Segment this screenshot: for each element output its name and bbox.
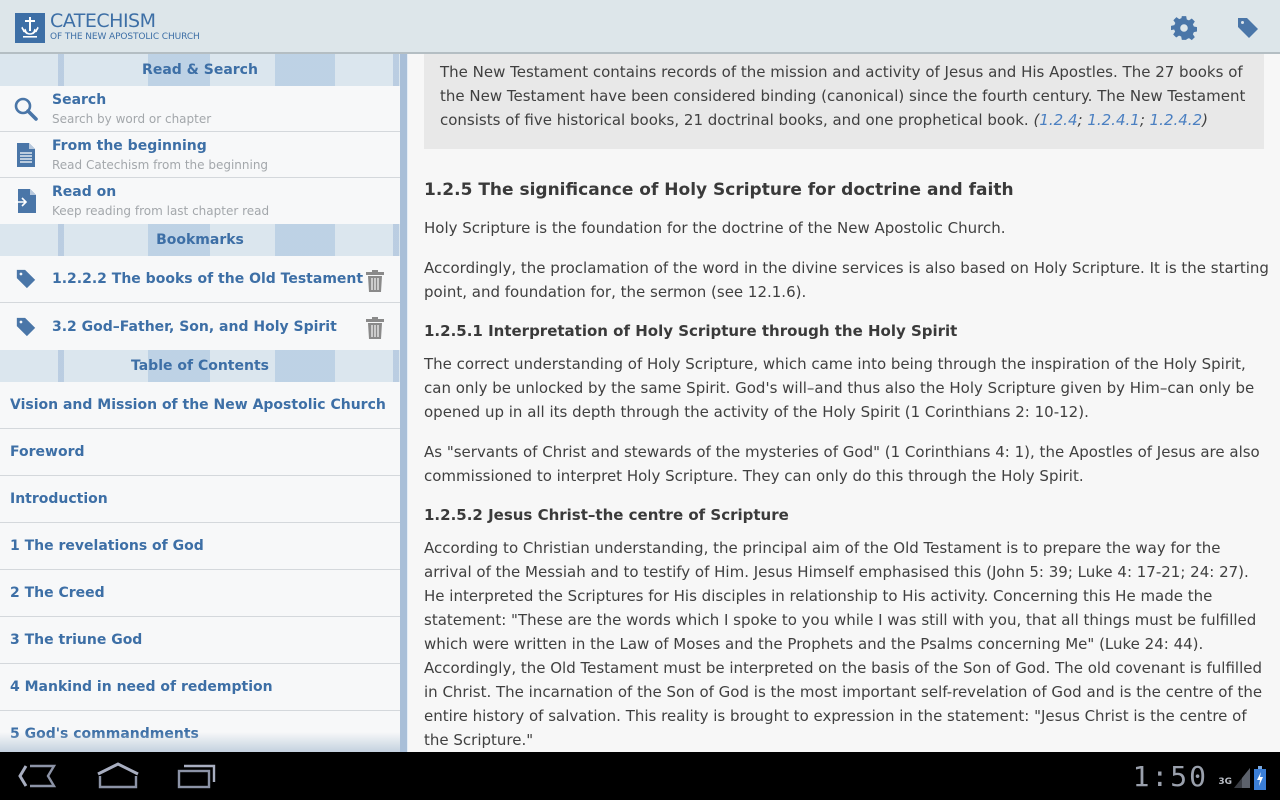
toc-item[interactable]: Introduction [0,476,400,523]
from-beginning-subtitle: Read Catechism from the beginning [52,157,269,172]
home-button[interactable] [96,762,140,794]
signal-icon [1234,768,1250,788]
toc-item[interactable]: 3 The triune God [0,617,400,664]
paragraph: Holy Scripture is the foundation for the… [424,219,1006,237]
bookmarks-header: Bookmarks [156,232,244,248]
system-bar: 1:50 3G [0,752,1280,800]
toc-item[interactable]: 1 The revelations of God [0,523,400,570]
from-beginning-item[interactable]: From the beginning Read Catechism from t… [0,132,400,178]
search-item[interactable]: Search Search by word or chapter [0,86,400,132]
pane-divider[interactable] [400,54,408,752]
gear-icon [1171,16,1197,41]
paragraph: As "servants of Christ and stewards of t… [424,443,1260,485]
battery-charging-icon [1254,766,1266,790]
toc-list: Vision and Mission of the New Apostolic … [0,382,400,752]
clock[interactable]: 1:50 [1133,760,1208,793]
paragraph: Accordingly, the proclamation of the wor… [424,259,1269,301]
search-icon [14,97,38,121]
settings-button[interactable] [1170,14,1198,42]
document-enter-icon [15,189,36,213]
bookmark-title: 1.2.2.2 The books of the Old Testament [52,271,364,287]
summary-box: The New Testament contains records of th… [424,54,1264,149]
bookmark-item[interactable]: 3.2 God–Father, Son, and Holy Spirit [0,303,400,350]
toc-item[interactable]: Vision and Mission of the New Apostolic … [0,382,400,429]
subsection-heading: 1.2.5.1 Interpretation of Holy Scripture… [424,322,958,340]
section-heading: 1.2.5 The significance of Holy Scripture… [424,180,1014,200]
delete-bookmark-button[interactable] [366,317,384,343]
read-on-title: Read on [52,184,117,200]
read-search-header: Read & Search [142,62,258,78]
trash-icon [366,317,384,339]
paragraph: According to Christian understanding, th… [424,539,1263,749]
read-on-subtitle: Keep reading from last chapter read [52,204,270,218]
reading-pane: The New Testament contains records of th… [409,54,1280,752]
app-subtitle: OF THE NEW APOSTOLIC CHURCH [50,32,200,42]
toc-item[interactable]: Foreword [0,429,400,476]
bookmark-item[interactable]: 1.2.2.2 The books of the Old Testament [0,256,400,303]
ref-link[interactable]: 1.2.4.1 [1087,111,1139,129]
ref-link[interactable]: 1.2.4 [1039,111,1077,129]
read-search-list: Search Search by word or chapter From th… [0,86,400,224]
toc-item[interactable]: 4 Mankind in need of redemption [0,664,400,711]
ref-link[interactable]: 1.2.4.2 [1150,111,1202,129]
toc-item[interactable]: 2 The Creed [0,570,400,617]
bookmarks-button[interactable] [1234,14,1262,42]
home-icon [97,762,139,789]
sidebar: Read & Search Search Search by word or c… [0,54,400,752]
trash-icon [366,270,384,292]
from-beginning-title: From the beginning [52,137,207,154]
action-bar: CATECHISM OF THE NEW APOSTOLIC CHURCH [0,0,1280,54]
toc-item[interactable]: 5 God's commandments [0,711,400,752]
read-on-item[interactable]: Read on Keep reading from last chapter r… [0,178,400,224]
search-item-subtitle: Search by word or chapter [52,111,212,126]
recent-apps-button[interactable] [176,762,218,794]
back-icon [18,764,57,788]
chapter-body: 1.2.5 The significance of Holy Scripture… [424,178,1269,752]
search-item-title: Search [52,91,107,108]
app-logo: CATECHISM OF THE NEW APOSTOLIC CHURCH [15,10,200,43]
tag-icon [16,317,36,336]
toc-header: Table of Contents [130,358,269,374]
recent-apps-icon [177,764,216,789]
delete-bookmark-button[interactable] [366,270,384,296]
church-emblem-icon [15,13,45,43]
network-type: 3G [1218,777,1232,787]
tag-icon [16,269,36,289]
document-icon [17,142,35,167]
app-title: CATECHISM [50,10,156,32]
bookmark-title: 3.2 God–Father, Son, and Holy Spirit [52,318,337,335]
bookmarks-list: 1.2.2.2 The books of the Old Testament 3… [0,256,400,350]
tag-icon [1238,18,1258,38]
back-button[interactable] [16,762,58,794]
paragraph: The correct understanding of Holy Script… [424,355,1255,421]
subsection-heading: 1.2.5.2 Jesus Christ–the centre of Scrip… [424,506,789,524]
